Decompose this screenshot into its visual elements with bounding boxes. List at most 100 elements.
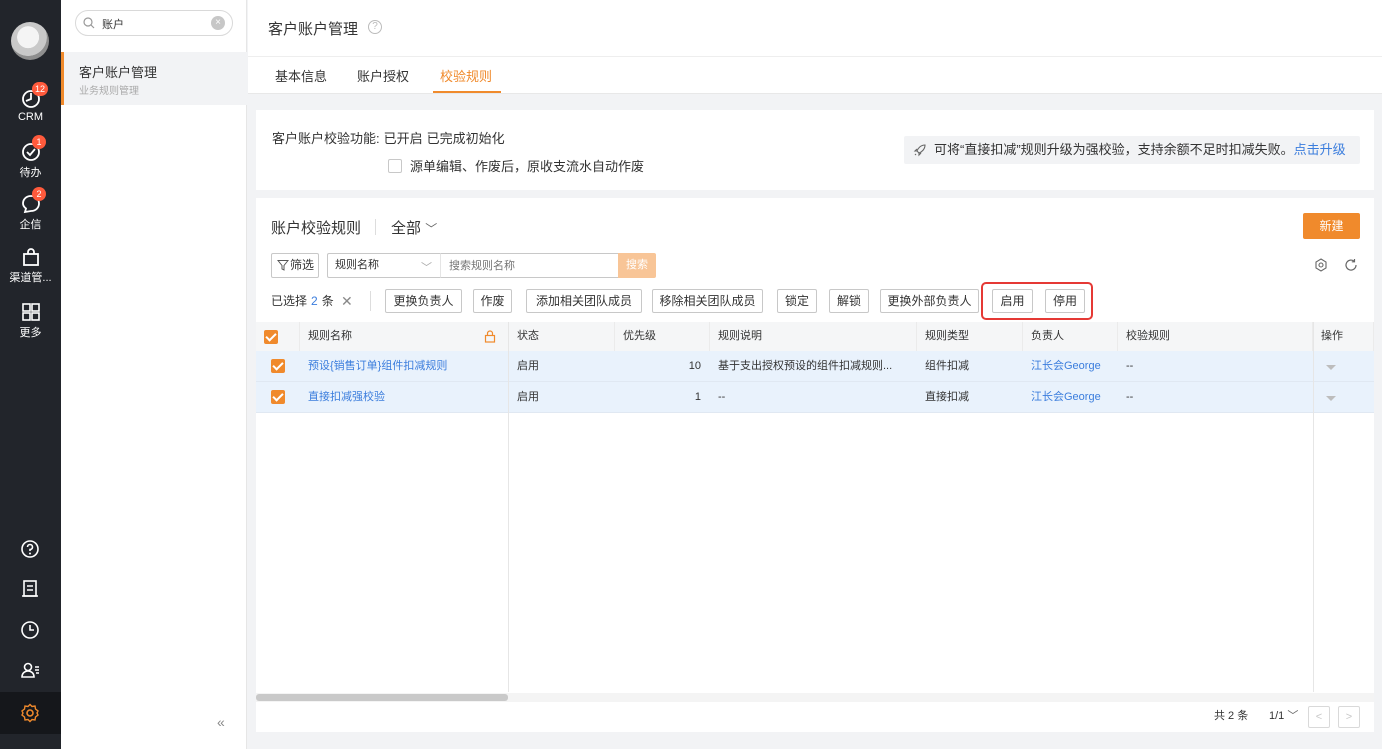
rail-item-chat[interactable]: 2 企信 [0, 187, 61, 232]
table-header-actions: 操作 [1313, 322, 1374, 351]
selected-suffix: 条 [321, 294, 334, 308]
scope-dropdown[interactable]: 全部 ﹀ [391, 217, 437, 238]
new-rule-button[interactable]: 新建 [1303, 213, 1360, 239]
grid-icon [21, 303, 40, 321]
table-header-description[interactable]: 规则说明 [710, 322, 917, 351]
subnav-item-account-management[interactable]: 客户账户管理 业务规则管理 [61, 52, 247, 105]
rule-description: 基于支出授权预设的组件扣减规则... [718, 360, 893, 372]
auto-void-label: 源单编辑、作废后，原收支流水自动作废 [410, 159, 645, 174]
row-checkbox[interactable] [271, 359, 285, 373]
tab-basic-info[interactable]: 基本信息 [275, 66, 327, 85]
menu-search-value: 账户 [102, 19, 124, 31]
row-checkbox[interactable] [271, 390, 285, 404]
bag-icon [22, 248, 39, 266]
clock-icon[interactable] [19, 619, 41, 641]
title-separator [375, 219, 376, 235]
settings-icon[interactable] [19, 702, 41, 724]
rules-panel: 账户校验规则 全部 ﹀ 新建 筛选 规则名称 ﹀ 搜索 已选择2条 ✕ 更换负责… [256, 198, 1374, 732]
table-header-owner[interactable]: 负责人 [1023, 322, 1118, 351]
rule-type: 组件扣减 [925, 360, 969, 372]
rule-check: -- [1126, 360, 1134, 372]
rules-title: 账户校验规则 [271, 220, 362, 237]
next-page-button[interactable]: > [1338, 706, 1360, 728]
header-divider [248, 56, 1382, 57]
prev-page-button[interactable]: < [1308, 706, 1330, 728]
add-team-member-button[interactable]: 添加相关团队成员 [526, 289, 642, 313]
tab-account-auth[interactable]: 账户授权 [357, 66, 409, 85]
rule-check: -- [1126, 391, 1134, 403]
rail-item-channel[interactable]: 渠道管... [0, 246, 61, 285]
table-header-priority[interactable]: 优先级 [615, 322, 710, 351]
search-button[interactable]: 搜索 [618, 253, 656, 278]
rule-status: 启用 [517, 360, 539, 372]
void-button[interactable]: 作废 [473, 289, 512, 313]
page-header: 客户账户管理 ? 基本信息 账户授权 校验规则 [248, 0, 1382, 94]
rail-item-crm[interactable]: 12 CRM [0, 82, 61, 123]
table-header-check-rule[interactable]: 校验规则 [1118, 322, 1313, 351]
settings-icon[interactable] [1314, 258, 1328, 272]
change-owner-button[interactable]: 更换负责人 [385, 289, 462, 313]
pager-total: 共 2 条 [1214, 710, 1249, 722]
rule-name-link[interactable]: 预设{销售订单}组件扣减规则 [308, 351, 503, 382]
select-all-checkbox[interactable] [264, 330, 278, 344]
filter-button[interactable]: 筛选 [271, 253, 319, 278]
highlight-box [981, 282, 1093, 320]
menu-search-input[interactable]: 账户 × [75, 10, 233, 36]
upgrade-tip: 可将“直接扣减”规则升级为强校验，支持余额不足时扣减失败。点击升级 [904, 136, 1360, 164]
horizontal-scrollbar-thumb[interactable] [256, 694, 508, 701]
subnav-item-title: 客户账户管理 [79, 65, 158, 80]
auto-void-option[interactable]: 源单编辑、作废后，原收支流水自动作废 [388, 156, 644, 175]
unlock-button[interactable]: 解锁 [829, 289, 869, 313]
clear-selection-icon[interactable]: ✕ [341, 289, 353, 313]
rail-label: 渠道管... [9, 272, 52, 284]
notes-icon[interactable] [19, 578, 41, 600]
search-field-select[interactable]: 规则名称 ﹀ [327, 253, 440, 278]
table-row[interactable]: 预设{销售订单}组件扣减规则 启用 10 基于支出授权预设的组件扣减规则... … [256, 351, 1374, 382]
rail-item-more[interactable]: 更多 [0, 301, 61, 340]
lock-button[interactable]: 锁定 [777, 289, 817, 313]
table-header-select [256, 322, 300, 351]
table-header-name[interactable]: 规则名称 [300, 322, 509, 351]
collapse-sidebar-button[interactable]: « [217, 714, 225, 730]
auto-void-checkbox[interactable] [388, 159, 402, 173]
refresh-icon[interactable] [1344, 258, 1358, 272]
actions-column-divider [1313, 322, 1314, 692]
remove-team-member-button[interactable]: 移除相关团队成员 [652, 289, 763, 313]
rule-priority: 10 [688, 360, 701, 372]
row-action-dropdown-icon[interactable] [1326, 365, 1336, 370]
help-icon[interactable] [19, 538, 41, 560]
user-list-icon[interactable] [19, 659, 41, 681]
clear-icon[interactable]: × [211, 16, 225, 30]
filter-icon [277, 260, 289, 271]
table-header-type[interactable]: 规则类型 [917, 322, 1023, 351]
feature-status-line: 客户账户校验功能: 已开启 已完成初始化 [272, 128, 505, 147]
page-size-select[interactable]: 1/1 ﹀ [1269, 704, 1298, 728]
search-icon [83, 17, 95, 29]
avatar[interactable] [11, 22, 49, 60]
page-title: 客户账户管理 [268, 21, 359, 38]
change-external-owner-button[interactable]: 更换外部负责人 [880, 289, 979, 313]
rail-label: 企信 [19, 219, 42, 231]
rule-name-link[interactable]: 直接扣减强校验 [308, 382, 503, 413]
rail-label: 更多 [19, 327, 42, 339]
crm-badge: 12 [32, 82, 49, 96]
rail-item-todo[interactable]: 1 待办 [0, 135, 61, 180]
rule-owner-link[interactable]: 江长会George [1031, 382, 1101, 413]
help-circle-icon[interactable]: ? [368, 20, 382, 34]
table-header-status[interactable]: 状态 [509, 322, 615, 351]
rail-label: CRM [17, 111, 44, 123]
pager-page: 1/1 [1269, 710, 1285, 722]
rule-owner-link[interactable]: 江长会George [1031, 351, 1101, 382]
rule-search-input[interactable] [440, 253, 618, 278]
sub-navigation: 账户 × 客户账户管理 业务规则管理 « [61, 0, 247, 749]
frozen-column-divider [508, 322, 509, 692]
selection-info: 已选择 2 条 ✕ [271, 289, 353, 313]
subnav-item-subtitle: 业务规则管理 [79, 86, 139, 97]
rocket-icon [913, 144, 926, 157]
tab-validation-rules[interactable]: 校验规则 [440, 66, 492, 85]
table-row[interactable]: 直接扣减强校验 启用 1 -- 直接扣减 江长会George -- [256, 382, 1374, 413]
active-tab-indicator [433, 91, 501, 93]
row-action-dropdown-icon[interactable] [1326, 396, 1336, 401]
upgrade-link[interactable]: 点击升级 [1294, 142, 1346, 157]
feature-status-enabled: 已开启 [383, 131, 423, 146]
